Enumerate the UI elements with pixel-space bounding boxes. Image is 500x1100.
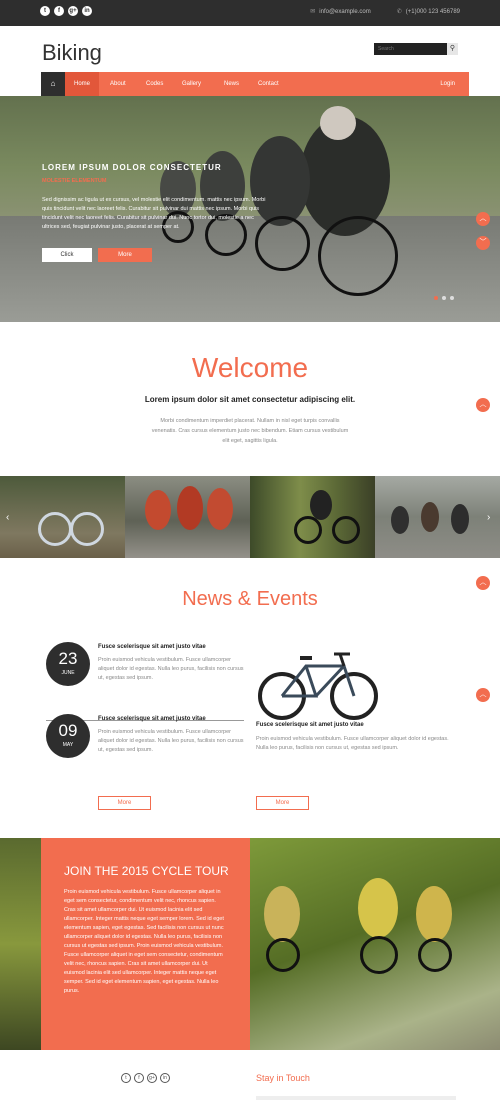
main-nav: ⌂ Home About Codes Gallery News Contact … bbox=[41, 72, 469, 96]
bike-wheel bbox=[418, 938, 452, 972]
event-title[interactable]: Fusce scelerisque sit amet justo vitae bbox=[256, 722, 364, 728]
event-title[interactable]: Fusce scelerisque sit amet justo vitae bbox=[98, 644, 206, 650]
nav-item-about[interactable]: About bbox=[101, 72, 135, 96]
cyclist-figure bbox=[310, 490, 332, 520]
news-heading: News & Events bbox=[182, 588, 318, 610]
cyclists-image bbox=[250, 838, 500, 1050]
hero-slider: LOREM IPSUM DOLOR CONSECTETUR MOLESTIE E… bbox=[0, 96, 500, 322]
cyclist-figure bbox=[207, 488, 233, 530]
gallery-image[interactable] bbox=[250, 476, 375, 558]
cyclist-figure bbox=[358, 878, 398, 938]
nav-item-news[interactable]: News bbox=[215, 72, 248, 96]
event-date-badge: 09 MAY bbox=[46, 714, 90, 758]
google-plus-icon[interactable]: g+ bbox=[147, 1073, 157, 1083]
contact-info: ✉ info@example.com ✆ (+1)000 123 456789 bbox=[310, 8, 460, 15]
join-paragraph: Proin euismod vehicula vestibulum. Fusce… bbox=[64, 889, 224, 994]
top-bar: t f g+ in ✉ info@example.com ✆ (+1)000 123… bbox=[0, 0, 500, 26]
gallery-image[interactable]: ‹ bbox=[0, 476, 125, 558]
chevron-left-icon[interactable]: ‹ bbox=[6, 512, 9, 523]
nav-item-gallery[interactable]: Gallery bbox=[173, 72, 210, 96]
hero-click-button[interactable]: Click bbox=[42, 248, 92, 262]
cyclist-figure bbox=[451, 504, 469, 534]
chevron-right-icon[interactable]: › bbox=[487, 512, 490, 523]
join-tour-section: JOIN THE 2015 CYCLE TOUR Proin euismod v… bbox=[0, 838, 500, 1050]
more-button[interactable]: More bbox=[98, 796, 151, 810]
cyclist-figure bbox=[177, 486, 203, 530]
phone-icon: ✆ bbox=[396, 9, 402, 15]
event-title[interactable]: Fusce scelerisque sit amet justo vitae bbox=[98, 716, 206, 722]
linkedin-icon[interactable]: in bbox=[82, 6, 92, 16]
search-icon[interactable]: ⚲ bbox=[447, 43, 458, 55]
event-day: 09 bbox=[58, 721, 78, 740]
cyclist-helmet bbox=[320, 106, 356, 140]
forest-image bbox=[0, 838, 41, 1050]
chevron-up-icon[interactable]: ︿ bbox=[476, 212, 490, 226]
twitter-icon[interactable]: t bbox=[40, 6, 50, 16]
nav-item-contact[interactable]: Contact bbox=[249, 72, 288, 96]
bike-wheel bbox=[332, 516, 360, 544]
chevron-up-icon[interactable]: ︿ bbox=[476, 398, 490, 412]
chevron-up-icon[interactable]: ︿ bbox=[476, 576, 490, 590]
home-icon[interactable]: ⌂ bbox=[41, 72, 65, 96]
event-month: MAY bbox=[62, 742, 74, 748]
twitter-icon[interactable]: t bbox=[121, 1073, 131, 1083]
welcome-subheading: Lorem ipsum dolor sit amet consectetur a… bbox=[144, 395, 356, 404]
cyclist-figure bbox=[391, 506, 409, 534]
event-date-badge: 23 JUNE bbox=[46, 642, 90, 686]
bike-wheel bbox=[360, 936, 398, 974]
google-plus-icon[interactable]: g+ bbox=[68, 6, 78, 16]
cyclist-figure bbox=[421, 502, 439, 532]
envelope-icon: ✉ bbox=[310, 9, 316, 15]
photo-gallery: ‹ › bbox=[0, 476, 500, 558]
chevron-down-icon[interactable]: ﹀ bbox=[476, 236, 490, 250]
bike-wheel bbox=[294, 516, 322, 544]
newsletter-input[interactable] bbox=[256, 1096, 456, 1100]
join-heading: JOIN THE 2015 CYCLE TOUR bbox=[64, 864, 229, 878]
hero-title: LOREM IPSUM DOLOR CONSECTETUR bbox=[42, 163, 222, 172]
chevron-up-icon[interactable]: ︿ bbox=[476, 688, 490, 702]
hero-subtitle: MOLESTIE ELEMENTUM bbox=[42, 178, 107, 184]
gallery-image[interactable] bbox=[125, 476, 250, 558]
event-month: JUNE bbox=[61, 670, 75, 676]
email-text[interactable]: info@example.com bbox=[319, 9, 370, 15]
hero-more-button[interactable]: More bbox=[98, 248, 152, 262]
login-link[interactable]: Login bbox=[440, 72, 455, 96]
stay-in-touch-heading: Stay in Touch bbox=[256, 1073, 310, 1083]
cyclist-figure bbox=[416, 886, 452, 942]
cyclist-figure bbox=[264, 886, 300, 942]
bike-wheel bbox=[318, 216, 398, 296]
hero-paragraph: Sed dignissim ac ligula ut ex cursus, ve… bbox=[42, 197, 266, 230]
bike-wheel bbox=[266, 938, 300, 972]
slider-dot[interactable] bbox=[434, 296, 438, 300]
event-text: Proin euismod vehicula vestibulum. Fusce… bbox=[256, 736, 449, 751]
facebook-icon[interactable]: f bbox=[54, 6, 64, 16]
more-button[interactable]: More bbox=[256, 796, 309, 810]
event-text: Proin euismod vehicula vestibulum. Fusce… bbox=[98, 729, 244, 753]
top-social-links: t f g+ in bbox=[40, 6, 92, 16]
bike-wheel bbox=[70, 512, 104, 546]
footer-social-links: t f g+ in bbox=[121, 1073, 170, 1083]
site-logo[interactable]: Biking bbox=[42, 40, 102, 66]
search-box: ⚲ bbox=[374, 43, 458, 55]
linkedin-icon[interactable]: in bbox=[160, 1073, 170, 1083]
slider-dots bbox=[434, 296, 454, 300]
slider-dot[interactable] bbox=[442, 296, 446, 300]
nav-item-home[interactable]: Home bbox=[65, 72, 100, 96]
welcome-heading: Welcome bbox=[191, 352, 309, 383]
cyclist-figure bbox=[145, 490, 171, 530]
event-day: 23 bbox=[58, 649, 78, 668]
phone-text: (+1)000 123 456789 bbox=[405, 9, 460, 15]
event-text: Proin euismod vehicula vestibulum. Fusce… bbox=[98, 657, 244, 681]
welcome-paragraph: Morbi condimentum imperdiet placerat. Nu… bbox=[151, 418, 349, 444]
gallery-image[interactable]: › bbox=[375, 476, 500, 558]
search-input[interactable] bbox=[374, 43, 447, 55]
bike-wheel bbox=[38, 512, 72, 546]
slider-dot[interactable] bbox=[450, 296, 454, 300]
facebook-icon[interactable]: f bbox=[134, 1073, 144, 1083]
bicycle-image bbox=[258, 652, 378, 720]
footer: t f g+ in Stay in Touch bbox=[0, 1050, 500, 1100]
nav-item-codes[interactable]: Codes bbox=[137, 72, 172, 96]
